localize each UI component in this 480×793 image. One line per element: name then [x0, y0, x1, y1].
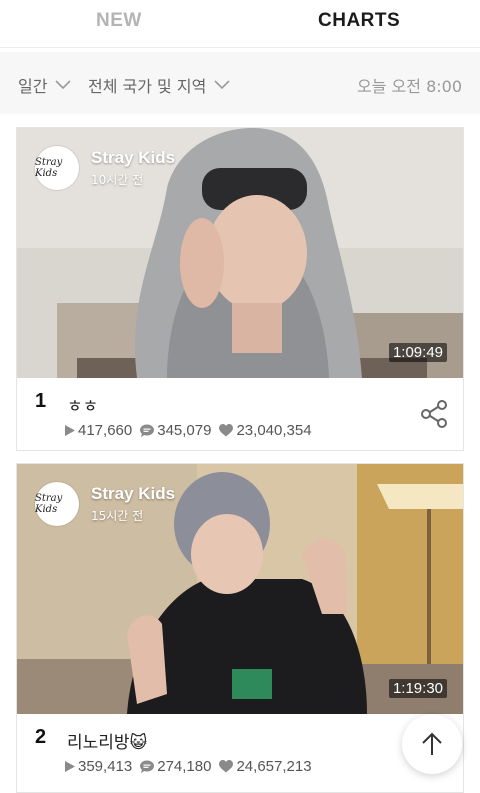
comment-icon	[140, 424, 155, 437]
play-count-value: 359,413	[78, 758, 133, 775]
video-thumbnail[interactable]: Stray Kids Stray Kids 10시간 전 1:09:49	[17, 128, 463, 378]
like-count: 24,657,213	[219, 758, 312, 775]
video-info: 1 ㅎㅎ 417,660 345,079 23,040,354	[17, 378, 463, 450]
top-tab-bar: NEW CHARTS	[0, 0, 480, 48]
tab-charts[interactable]: CHARTS	[318, 10, 400, 32]
channel-info[interactable]: Stray Kids Stray Kids 10시간 전	[35, 146, 175, 190]
channel-info[interactable]: Stray Kids Stray Kids 15시간 전	[35, 482, 175, 526]
video-card[interactable]: Stray Kids Stray Kids 10시간 전 1:09:49 1 ㅎ…	[16, 127, 464, 451]
video-title[interactable]: ㅎㅎ	[67, 392, 98, 417]
region-label: 전체 국가 및 지역	[88, 77, 207, 96]
channel-name[interactable]: Stray Kids	[91, 148, 175, 168]
channel-avatar[interactable]: Stray Kids	[35, 482, 79, 526]
heart-icon	[219, 760, 234, 773]
channel-name[interactable]: Stray Kids	[91, 484, 175, 504]
region-dropdown[interactable]: 전체 국가 및 지역	[88, 73, 230, 97]
avatar-logo-text: Stray Kids	[35, 157, 63, 179]
play-icon	[65, 425, 75, 436]
video-stats: 417,660 345,079 23,040,354	[65, 422, 320, 439]
video-duration: 1:19:30	[388, 679, 447, 698]
channel-avatar[interactable]: Stray Kids	[35, 146, 79, 190]
video-stats: 359,413 274,180 24,657,213	[65, 758, 320, 775]
play-count-value: 417,660	[78, 422, 133, 439]
scroll-to-top-button[interactable]	[402, 714, 462, 774]
video-duration: 1:09:49	[388, 343, 447, 362]
play-count: 359,413	[65, 758, 132, 775]
arrow-up-icon	[422, 732, 442, 755]
comment-count: 274,180	[140, 758, 211, 775]
posted-time: 15시간 전	[91, 509, 144, 523]
play-count: 417,660	[65, 422, 132, 439]
chevron-down-icon	[55, 80, 72, 90]
video-title[interactable]: 리노리방😺	[67, 728, 147, 753]
tab-new[interactable]: NEW	[96, 10, 142, 32]
video-card[interactable]: Stray Kids Stray Kids 15시간 전 1:19:30 2 리…	[16, 463, 464, 793]
comment-count: 345,079	[140, 422, 211, 439]
comment-count-value: 274,180	[157, 758, 212, 775]
updated-time: 오늘 오전 8:00	[357, 77, 462, 96]
heart-icon	[219, 424, 234, 437]
chart-rank: 1	[35, 390, 47, 412]
filter-bar: 일간 전체 국가 및 지역 오늘 오전 8:00	[0, 52, 480, 114]
period-label: 일간	[18, 77, 48, 96]
like-count: 23,040,354	[219, 422, 312, 439]
video-thumbnail[interactable]: Stray Kids Stray Kids 15시간 전 1:19:30	[17, 464, 463, 714]
avatar-logo-text: Stray Kids	[35, 493, 63, 515]
posted-time: 10시간 전	[91, 173, 144, 187]
period-dropdown[interactable]: 일간	[18, 73, 72, 97]
comment-icon	[140, 760, 155, 773]
share-icon[interactable]	[421, 400, 447, 428]
chevron-down-icon	[214, 80, 230, 90]
like-count-value: 23,040,354	[236, 422, 312, 439]
play-icon	[65, 761, 75, 772]
video-info: 2 리노리방😺 359,413 274,180 24,657,213	[17, 714, 463, 786]
comment-count-value: 345,079	[157, 422, 212, 439]
chart-rank: 2	[35, 726, 47, 748]
like-count-value: 24,657,213	[236, 758, 312, 775]
